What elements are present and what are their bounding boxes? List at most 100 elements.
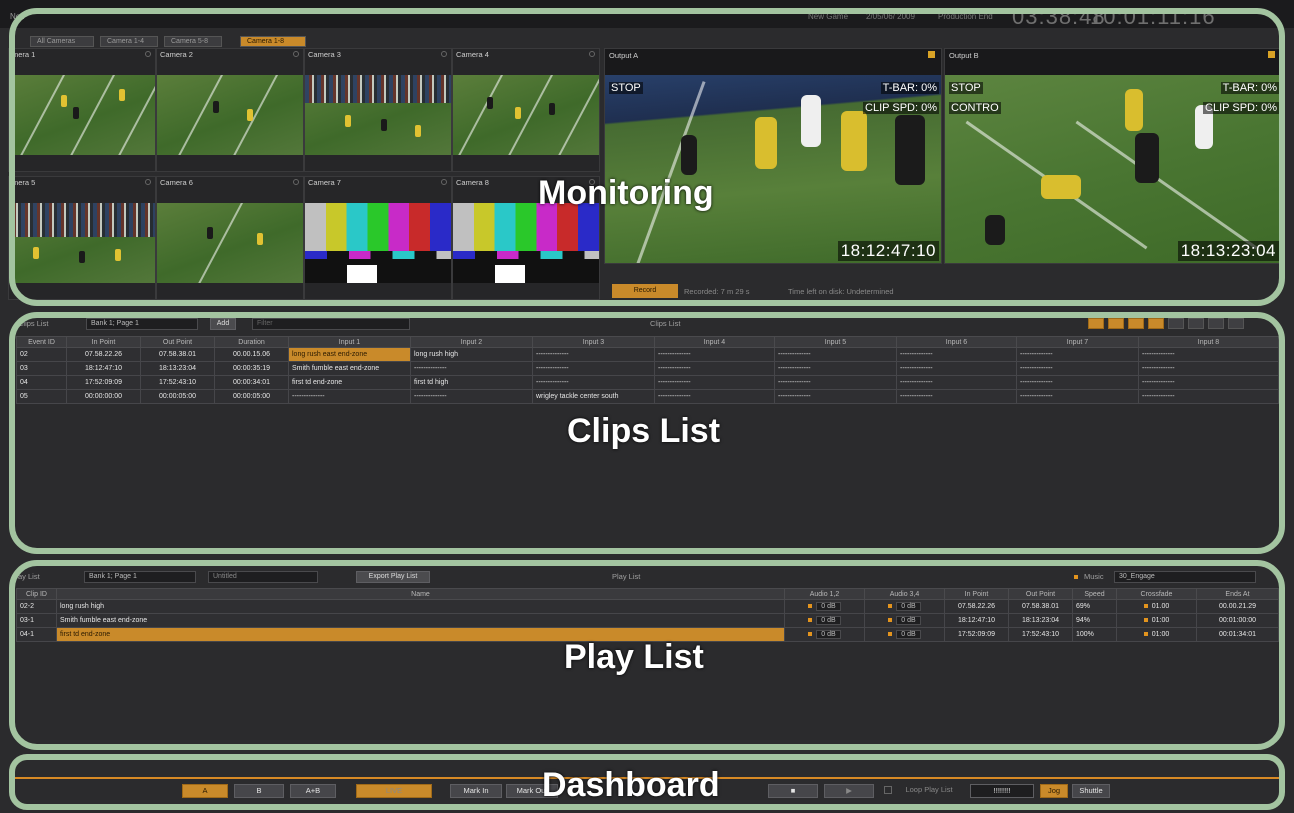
- column-header[interactable]: Input 8: [1138, 336, 1279, 348]
- input-cell[interactable]: --------------: [532, 375, 655, 390]
- camera-7-view[interactable]: Camera 7: [304, 176, 452, 300]
- tab-camera-1-8[interactable]: Camera 1-8: [240, 36, 306, 47]
- tab-camera-5-8[interactable]: Camera 5-8: [164, 36, 222, 47]
- input-cell[interactable]: --------------: [896, 389, 1017, 404]
- tab-camera-1-4[interactable]: Camera 1-4: [100, 36, 158, 47]
- play-button[interactable]: ▶: [824, 784, 874, 798]
- input-cell[interactable]: --------------: [774, 389, 897, 404]
- output-a-plus-b-button[interactable]: A+B: [290, 784, 336, 798]
- input-cell[interactable]: --------------: [1016, 361, 1139, 376]
- input-cell[interactable]: --------------: [774, 347, 897, 362]
- mark-in-button[interactable]: Mark In: [450, 784, 502, 798]
- out-point[interactable]: 17:52:43:10: [1008, 627, 1073, 642]
- clips-bank-select[interactable]: Bank 1; Page 1: [86, 318, 198, 330]
- in-point[interactable]: 17:52:09:09: [944, 627, 1009, 642]
- clips-filter-input[interactable]: Filter: [252, 318, 410, 330]
- input-cell[interactable]: --------------: [288, 389, 411, 404]
- playlist-name-input[interactable]: Untitled: [208, 571, 318, 583]
- column-header[interactable]: Input 1: [288, 336, 411, 348]
- in-point[interactable]: 07.58.22.26: [66, 347, 141, 362]
- column-header[interactable]: Out Point: [1008, 588, 1073, 600]
- audio-level[interactable]: 0 dB: [816, 616, 841, 625]
- column-header[interactable]: Out Point: [140, 336, 215, 348]
- column-header[interactable]: Input 6: [896, 336, 1017, 348]
- table-row[interactable]: 02 07.58.22.26 07.58.38.01 00.00.15.06 l…: [16, 347, 1279, 362]
- page-button-4[interactable]: [1148, 318, 1164, 329]
- shuttle-button[interactable]: Shuttle: [1072, 784, 1110, 798]
- output-a-monitor[interactable]: Output A STOP STOP T-BAR: 0% CLIP SPD: 0…: [604, 48, 942, 264]
- input-cell[interactable]: --------------: [774, 375, 897, 390]
- input-cell[interactable]: --------------: [654, 389, 775, 404]
- audio-level[interactable]: 0 dB: [896, 630, 921, 639]
- audio-3-4[interactable]: 0 dB: [864, 599, 945, 614]
- input-cell[interactable]: --------------: [410, 389, 533, 404]
- input-cell[interactable]: --------------: [896, 347, 1017, 362]
- tab-all-cameras[interactable]: All Cameras: [30, 36, 94, 47]
- audio-level[interactable]: 0 dB: [816, 602, 841, 611]
- input-cell[interactable]: --------------: [1138, 361, 1279, 376]
- audio-3-4[interactable]: 0 dB: [864, 613, 945, 628]
- out-point[interactable]: 18:13:23:04: [140, 361, 215, 376]
- page-button-2[interactable]: [1108, 318, 1124, 329]
- in-point[interactable]: 00:00:00:00: [66, 389, 141, 404]
- audio-1-2[interactable]: 0 dB: [784, 613, 865, 628]
- gear-icon[interactable]: [145, 179, 151, 185]
- output-b-monitor[interactable]: Output B STOP CONTRO T-BAR: 0% CLIP SPD:…: [944, 48, 1282, 264]
- audio-1-2[interactable]: 0 dB: [784, 599, 865, 614]
- input-cell[interactable]: --------------: [410, 361, 533, 376]
- input-cell[interactable]: --------------: [896, 375, 1017, 390]
- camera-2-view[interactable]: Camera 2: [156, 48, 304, 172]
- table-row[interactable]: 03-1 Smith fumble east end-zone 0 dB 0 d…: [16, 613, 1279, 628]
- column-header[interactable]: Input 2: [410, 336, 533, 348]
- jog-button[interactable]: Jog: [1040, 784, 1068, 798]
- input-cell[interactable]: --------------: [1016, 375, 1139, 390]
- input-cell[interactable]: long rush high: [410, 347, 533, 362]
- column-header[interactable]: Audio 1,2: [784, 588, 865, 600]
- out-point[interactable]: 18:13:23:04: [1008, 613, 1073, 628]
- input-cell[interactable]: first td end-zone: [288, 375, 411, 390]
- input-cell[interactable]: --------------: [774, 361, 897, 376]
- out-point[interactable]: 00:00:05:00: [140, 389, 215, 404]
- live-button[interactable]: LIVE: [356, 784, 432, 798]
- page-button-8[interactable]: [1228, 318, 1244, 329]
- column-header[interactable]: In Point: [66, 336, 141, 348]
- input-cell[interactable]: --------------: [1016, 389, 1139, 404]
- gear-icon[interactable]: [293, 179, 299, 185]
- input-cell[interactable]: --------------: [654, 361, 775, 376]
- gear-icon[interactable]: [589, 51, 595, 57]
- page-button-5[interactable]: [1168, 318, 1184, 329]
- column-header[interactable]: Clip ID: [16, 588, 57, 600]
- input-cell[interactable]: wrigley tackle center south: [532, 389, 655, 404]
- out-point[interactable]: 07.58.38.01: [140, 347, 215, 362]
- audio-3-4[interactable]: 0 dB: [864, 627, 945, 642]
- gear-icon[interactable]: [441, 51, 447, 57]
- input-cell[interactable]: --------------: [654, 347, 775, 362]
- crossfade[interactable]: 01:00: [1116, 613, 1197, 628]
- out-point[interactable]: 07.58.38.01: [1008, 599, 1073, 614]
- clip-name[interactable]: long rush high: [56, 599, 785, 614]
- table-row[interactable]: 04 17:52:09:09 17:52:43:10 00:00:34:01 f…: [16, 375, 1279, 390]
- column-header[interactable]: Input 5: [774, 336, 897, 348]
- in-point[interactable]: 07.58.22.26: [944, 599, 1009, 614]
- column-header[interactable]: Event ID: [16, 336, 67, 348]
- column-header[interactable]: Ends At: [1196, 588, 1279, 600]
- camera-5-view[interactable]: mera 5: [8, 176, 156, 300]
- page-button-6[interactable]: [1188, 318, 1204, 329]
- input-cell[interactable]: first td high: [410, 375, 533, 390]
- page-button-7[interactable]: [1208, 318, 1224, 329]
- gear-icon[interactable]: [441, 179, 447, 185]
- table-row[interactable]: 05 00:00:00:00 00:00:05:00 00:00:05:00 -…: [16, 389, 1279, 404]
- playlist-bank-select[interactable]: Bank 1; Page 1: [84, 571, 196, 583]
- input-cell[interactable]: --------------: [532, 361, 655, 376]
- input-cell[interactable]: --------------: [1138, 389, 1279, 404]
- table-row[interactable]: 03 18:12:47:10 18:13:23:04 00:00:35:19 S…: [16, 361, 1279, 376]
- in-point[interactable]: 18:12:47:10: [66, 361, 141, 376]
- output-b-button[interactable]: B: [234, 784, 284, 798]
- audio-1-2[interactable]: 0 dB: [784, 627, 865, 642]
- input-cell[interactable]: long rush east end-zone: [288, 347, 411, 362]
- music-select[interactable]: 30_Engage: [1114, 571, 1256, 583]
- clip-name[interactable]: Smith fumble east end-zone: [56, 613, 785, 628]
- speed[interactable]: 69%: [1072, 599, 1117, 614]
- input-cell[interactable]: --------------: [1016, 347, 1139, 362]
- loop-play-list-checkbox[interactable]: [884, 786, 892, 794]
